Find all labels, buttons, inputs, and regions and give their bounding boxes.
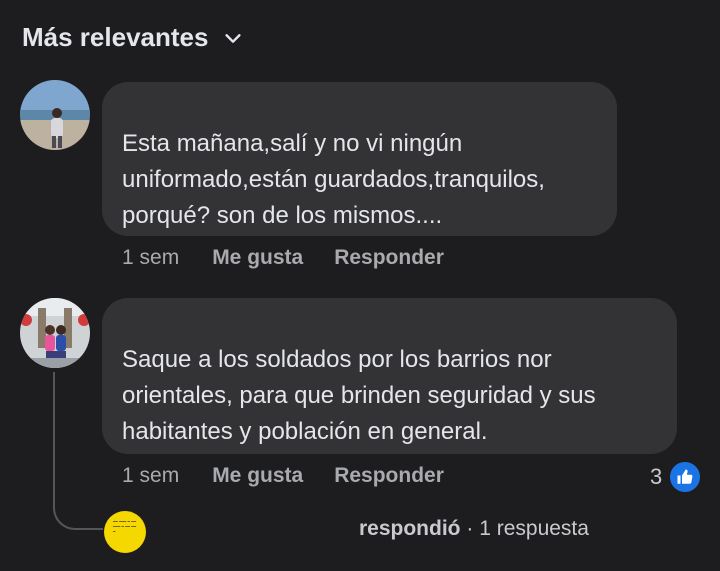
comment-text-line: habitantes y población en general. [122,418,488,445]
reactions-summary[interactable]: 3 [650,460,703,494]
replied-label: respondió [359,517,461,540]
thumbs-up-icon [668,460,703,494]
replies-count: 1 respuesta [479,517,589,540]
comment-bubble: Esta mañana,salí y no vi ningún uniforma… [102,82,617,236]
reaction-count: 3 [650,464,663,489]
comment-text-line: porqué? son de los mismos.... [122,202,443,229]
comment-timestamp[interactable]: 1 sem [122,246,179,270]
chevron-down-icon [225,33,242,43]
comment-text-line: Saque a los soldados por los barrios nor [122,346,552,373]
thread-connector-line [53,372,103,530]
reply-button[interactable]: Responder [334,464,444,488]
comment-timestamp[interactable]: 1 sem [122,464,179,488]
commenter-avatar[interactable] [20,80,90,150]
comment-actions: 1 sem Me gusta Responder [122,464,475,488]
like-button[interactable]: Me gusta [212,246,303,270]
comment-text-line: Esta mañana,salí y no vi ningún [122,130,463,157]
commenter-avatar[interactable] [20,298,90,368]
comment-bubble: Saque a los soldados por los barrios nor… [102,298,677,454]
reply-button[interactable]: Responder [334,246,444,270]
like-button[interactable]: Me gusta [212,464,303,488]
reply-author-avatar[interactable]: ━━ ━━━ ━ ━━ ━━━ ━ ━━ ━━ ━ [104,511,146,553]
comment-text-line: uniformado,están guardados,tranquilos, [122,166,545,193]
comment-text-line: orientales, para que brinden seguridad y… [122,382,596,409]
sort-dropdown[interactable]: Más relevantes [22,22,244,53]
view-replies-link[interactable]: respondió · 1 respuesta [359,517,589,541]
sort-label: Más relevantes [22,22,209,52]
comment-actions: 1 sem Me gusta Responder [122,246,475,270]
replies-separator: · [466,517,474,540]
